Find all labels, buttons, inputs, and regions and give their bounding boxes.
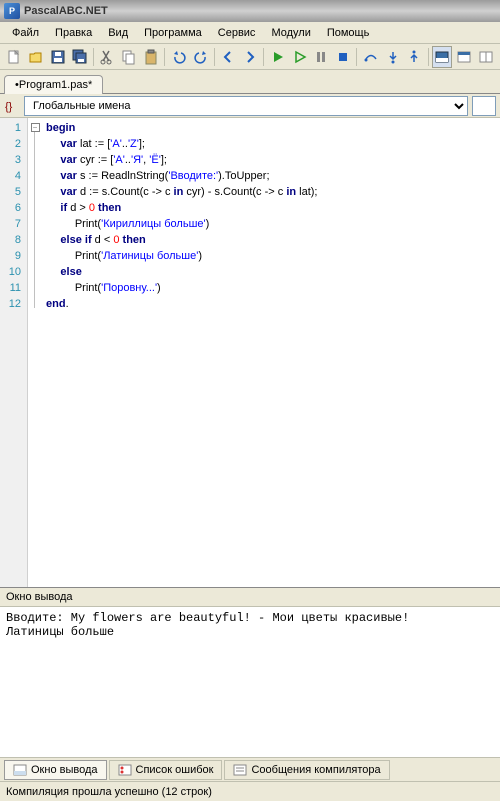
new-file-icon[interactable]	[4, 46, 25, 68]
tab-label: •Program1.pas*	[15, 79, 92, 91]
tab-label: Список ошибок	[136, 764, 214, 776]
status-text: Компиляция прошла успешно (12 строк)	[6, 786, 212, 798]
scope-search-input[interactable]	[472, 96, 496, 116]
menu-help[interactable]: Помощь	[319, 24, 378, 42]
tab-error-list[interactable]: Список ошибок	[109, 760, 223, 780]
save-icon[interactable]	[48, 46, 69, 68]
step-over-icon[interactable]	[360, 46, 381, 68]
view-split-icon[interactable]	[475, 46, 496, 68]
fold-column: −	[28, 118, 42, 587]
scope-bar: {} Глобальные имена	[0, 94, 500, 118]
save-all-icon[interactable]	[69, 46, 90, 68]
scope-icon: {}	[4, 98, 20, 114]
menu-bar: Файл Правка Вид Программа Сервис Модули …	[0, 22, 500, 44]
step-out-icon[interactable]	[404, 46, 425, 68]
output-panel-title: Окно вывода	[0, 587, 500, 607]
step-into-icon[interactable]	[382, 46, 403, 68]
editor-tabs: •Program1.pas*	[0, 70, 500, 94]
cut-icon[interactable]	[97, 46, 118, 68]
fold-box-icon[interactable]: −	[31, 123, 40, 132]
output-panel-content: Вводите: My flowers are beautyful! - Мои…	[0, 607, 500, 757]
view-form-icon[interactable]	[453, 46, 474, 68]
menu-service[interactable]: Сервис	[210, 24, 264, 42]
stop-icon[interactable]	[333, 46, 354, 68]
code-content[interactable]: begin var lat := ['A'..'Z']; var cyr := …	[42, 118, 500, 587]
undo-icon[interactable]	[168, 46, 189, 68]
messages-icon	[233, 763, 247, 777]
open-file-icon[interactable]	[26, 46, 47, 68]
menu-view[interactable]: Вид	[100, 24, 136, 42]
pause-icon[interactable]	[311, 46, 332, 68]
tab-label: Сообщения компилятора	[251, 764, 380, 776]
copy-icon[interactable]	[119, 46, 140, 68]
scope-select[interactable]: Глобальные имена	[24, 96, 468, 116]
title-bar: P PascalABC.NET	[0, 0, 500, 22]
bottom-tabs: Окно вывода Список ошибок Сообщения комп…	[0, 757, 500, 781]
menu-modules[interactable]: Модули	[263, 24, 318, 42]
code-editor[interactable]: 123 456 789 101112 − begin var lat := ['…	[0, 118, 500, 587]
menu-edit[interactable]: Правка	[47, 24, 100, 42]
run-icon[interactable]	[267, 46, 288, 68]
redo-icon[interactable]	[190, 46, 211, 68]
svg-text:{}: {}	[5, 101, 13, 113]
line-numbers: 123 456 789 101112	[0, 118, 28, 587]
output-icon	[13, 763, 27, 777]
toolbar	[0, 44, 500, 70]
menu-program[interactable]: Программа	[136, 24, 210, 42]
next-icon[interactable]	[240, 46, 261, 68]
paste-icon[interactable]	[141, 46, 162, 68]
run-no-debug-icon[interactable]	[289, 46, 310, 68]
app-icon: P	[4, 3, 20, 19]
tab-compiler-messages[interactable]: Сообщения компилятора	[224, 760, 389, 780]
error-list-icon	[118, 763, 132, 777]
menu-file[interactable]: Файл	[4, 24, 47, 42]
prev-icon[interactable]	[218, 46, 239, 68]
tab-program1[interactable]: •Program1.pas*	[4, 75, 103, 94]
tab-label: Окно вывода	[31, 764, 98, 776]
tab-output-window[interactable]: Окно вывода	[4, 760, 107, 780]
status-bar: Компиляция прошла успешно (12 строк)	[0, 781, 500, 801]
window-title: PascalABC.NET	[24, 5, 108, 17]
view-output-icon[interactable]	[432, 46, 453, 68]
